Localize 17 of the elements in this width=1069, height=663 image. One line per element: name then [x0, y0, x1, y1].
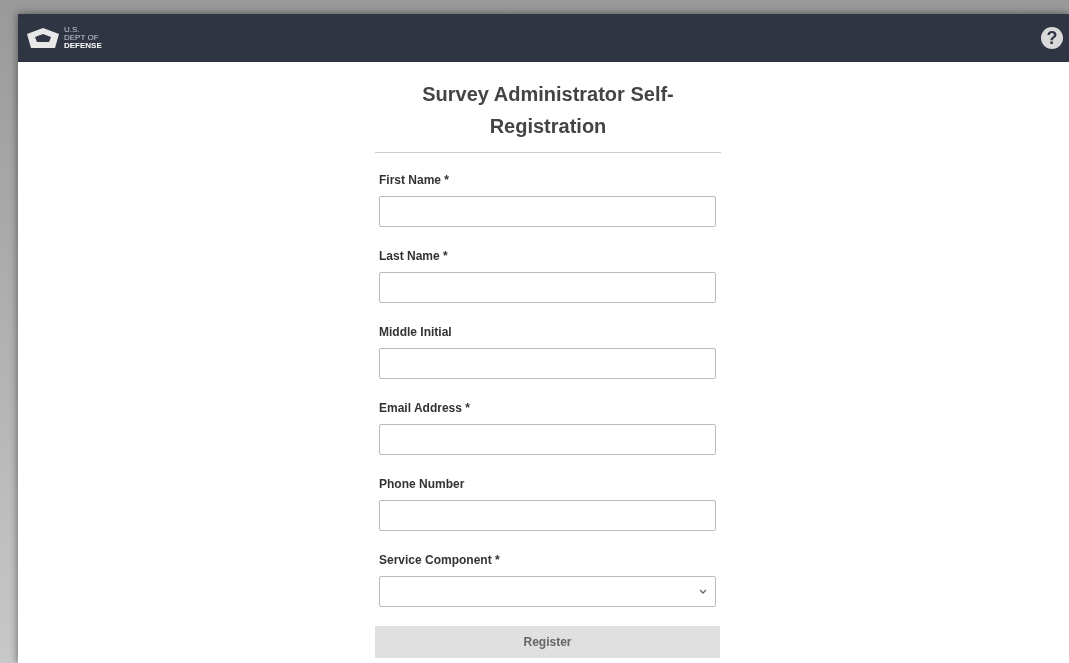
field-label: Middle Initial [379, 325, 453, 339]
field-label: Email Address * [379, 401, 471, 415]
logo-text: U.S. DEPT OF DEFENSE [64, 26, 102, 50]
input-field[interactable] [379, 424, 716, 455]
field-label: Service Component * [379, 553, 501, 567]
dropdown-field[interactable] [379, 576, 716, 607]
field-label: First Name * [379, 173, 451, 187]
field-label: Phone Number [379, 477, 466, 491]
input-field[interactable] [379, 272, 716, 303]
page-title: Survey Administrator Self-Registration [421, 82, 675, 139]
input-field[interactable] [379, 348, 716, 379]
input-field[interactable] [379, 500, 716, 531]
field-label: Last Name * [379, 249, 449, 263]
caret-icon [699, 589, 707, 594]
pentagon-logo-icon [26, 27, 60, 49]
input-field[interactable] [379, 196, 716, 227]
help-icon[interactable]: ? [1041, 27, 1063, 49]
